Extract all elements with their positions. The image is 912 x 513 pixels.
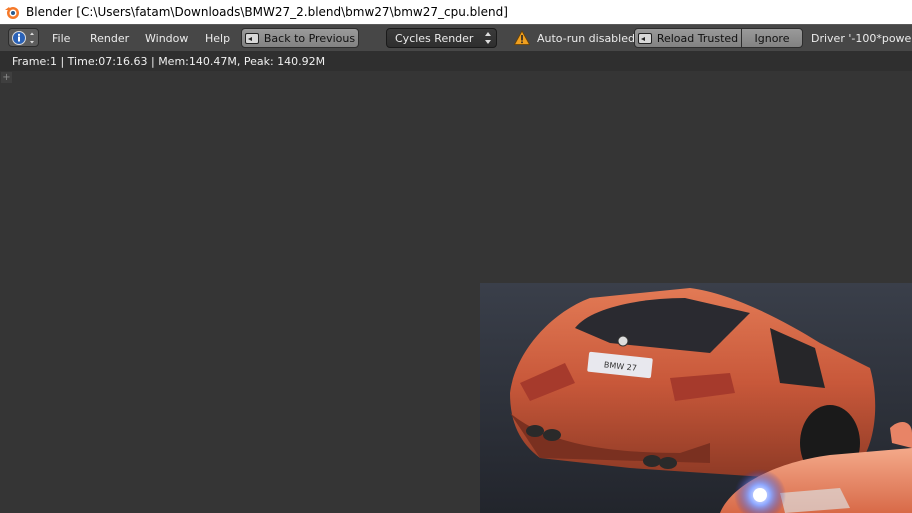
autorun-disabled-text: Auto-run disabled <box>537 32 635 45</box>
back-to-previous-label: Back to Previous <box>263 31 356 45</box>
warning-icon <box>513 30 531 46</box>
ignore-label: Ignore <box>754 31 790 45</box>
image-editor-viewport[interactable]: + BMW 27 <box>0 71 912 513</box>
back-to-previous-button[interactable]: Back to Previous <box>241 28 359 48</box>
reload-icon <box>637 32 652 44</box>
render-result-image: BMW 27 <box>480 283 912 513</box>
ignore-button[interactable]: Ignore <box>741 28 803 48</box>
window-titlebar: Blender [C:\Users\fatam\Downloads\BMW27_… <box>0 0 912 24</box>
menu-window[interactable]: Window <box>145 30 188 47</box>
menu-help[interactable]: Help <box>205 30 230 47</box>
reload-trusted-button[interactable]: Reload Trusted <box>634 28 742 48</box>
menu-file[interactable]: File <box>52 30 70 47</box>
render-status-text: Frame:1 | Time:07:16.63 | Mem:140.47M, P… <box>12 54 326 68</box>
info-header: File Render Window Help Back to Previous… <box>0 24 912 51</box>
back-arrow-icon <box>244 32 259 44</box>
blender-logo-icon <box>4 4 20 20</box>
info-icon <box>11 30 34 45</box>
dropdown-arrows-icon <box>485 32 491 44</box>
menu-render[interactable]: Render <box>90 30 129 47</box>
render-engine-value: Cycles Render <box>395 31 474 45</box>
reload-trusted-label: Reload Trusted <box>656 31 739 45</box>
render-status-bar: Frame:1 | Time:07:16.63 | Mem:140.47M, P… <box>0 51 912 71</box>
window-title: Blender [C:\Users\fatam\Downloads\BMW27_… <box>26 5 508 19</box>
editor-type-selector[interactable] <box>8 28 39 47</box>
car-render-illustration: BMW 27 <box>480 283 912 513</box>
driver-warning-text: Driver '-100*power' <box>811 32 912 45</box>
render-engine-dropdown[interactable]: Cycles Render <box>386 28 497 48</box>
area-split-icon[interactable]: + <box>1 72 12 83</box>
